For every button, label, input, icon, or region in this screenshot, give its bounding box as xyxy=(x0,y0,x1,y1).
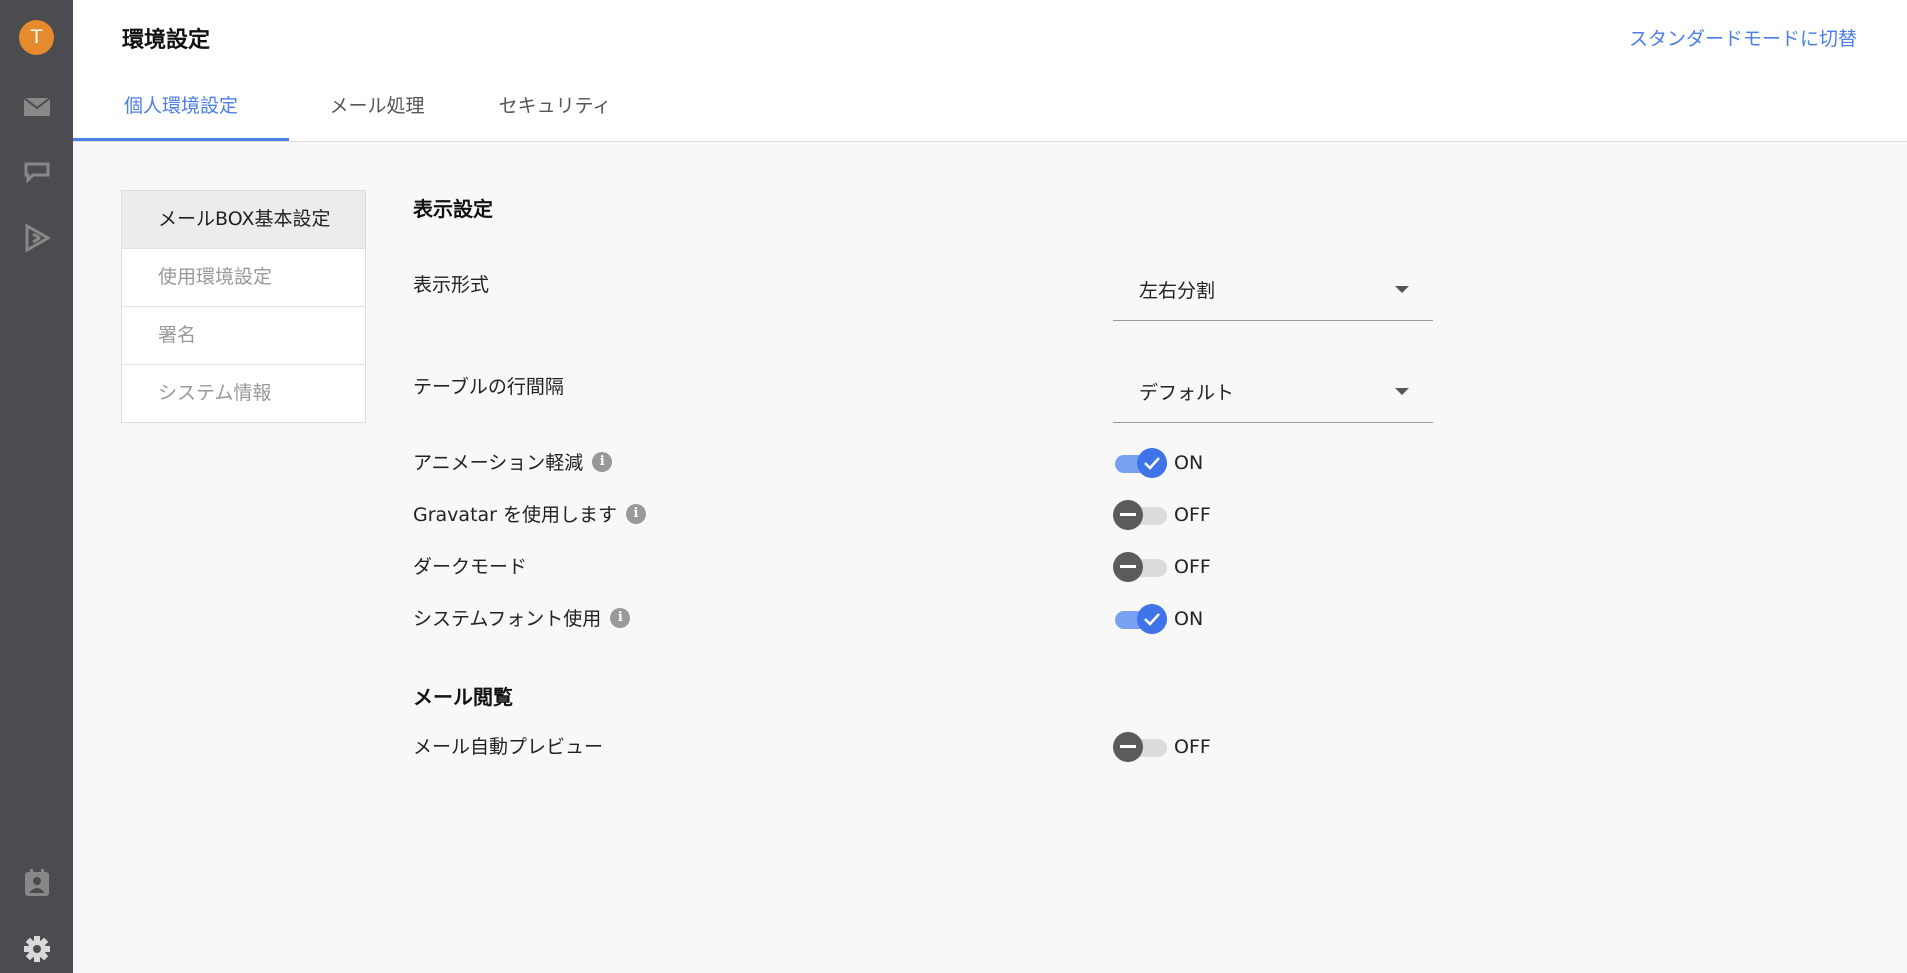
minus-icon xyxy=(1113,500,1143,530)
table-row-spacing-select[interactable]: デフォルト xyxy=(1113,364,1433,423)
page-title: 環境設定 xyxy=(122,28,211,53)
display-settings-title: 表示設定 xyxy=(413,197,493,221)
toggle-state-text: ON xyxy=(1174,608,1204,630)
subnav-item-signature[interactable]: 署名 xyxy=(122,306,365,364)
minus-icon xyxy=(1113,732,1143,762)
toggle-state-text: OFF xyxy=(1174,504,1211,526)
dark-mode-toggle[interactable]: OFF xyxy=(1113,552,1223,582)
check-icon xyxy=(1137,604,1167,634)
gear-icon[interactable] xyxy=(20,932,53,965)
tab-bar: 個人環境設定 メール処理 セキュリティ xyxy=(73,78,645,141)
toggle-state-text: OFF xyxy=(1174,556,1211,578)
subnav-item-mailbox-basic[interactable]: メールBOX基本設定 xyxy=(122,191,365,248)
info-icon[interactable]: i xyxy=(610,607,631,628)
reduce-animation-toggle[interactable]: ON xyxy=(1113,448,1223,478)
caret-down-icon xyxy=(1395,286,1409,293)
gravatar-row-label: Gravatar を使用します i xyxy=(413,500,647,527)
table-row-spacing-value: デフォルト xyxy=(1139,382,1235,404)
display-format-select[interactable]: 左右分割 xyxy=(1113,262,1433,321)
subnav-item-system-info[interactable]: システム情報 xyxy=(122,364,365,422)
contacts-icon[interactable] xyxy=(20,866,53,899)
settings-subnav: メールBOX基本設定 使用環境設定 署名 システム情報 xyxy=(121,190,366,423)
reduce-animation-row-label: アニメーション軽減 i xyxy=(413,448,613,475)
chat-icon[interactable] xyxy=(20,155,53,188)
tab-personal-settings[interactable]: 個人環境設定 xyxy=(73,78,289,141)
left-rail: T xyxy=(0,0,73,973)
header: 環境設定 スタンダードモードに切替 個人環境設定 メール処理 セキュリティ xyxy=(73,0,1907,142)
reduce-animation-label: アニメーション軽減 xyxy=(413,452,584,474)
info-icon[interactable]: i xyxy=(592,451,613,472)
dark-mode-row-label: ダークモード xyxy=(413,552,527,579)
table-row-spacing-label: テーブルの行間隔 xyxy=(413,376,564,398)
system-font-row-label: システムフォント使用 i xyxy=(413,604,631,631)
system-font-toggle[interactable]: ON xyxy=(1113,604,1223,634)
tab-security[interactable]: セキュリティ xyxy=(465,78,645,141)
toggle-state-text: OFF xyxy=(1174,736,1211,758)
minus-icon xyxy=(1113,552,1143,582)
gravatar-label: Gravatar を使用します xyxy=(413,504,618,526)
info-icon[interactable]: i xyxy=(626,503,647,524)
tab-mail-processing[interactable]: メール処理 xyxy=(289,78,465,141)
mail-view-title: メール閲覧 xyxy=(413,685,513,709)
gravatar-toggle[interactable]: OFF xyxy=(1113,500,1223,530)
send-icon[interactable] xyxy=(20,221,53,254)
dark-mode-label: ダークモード xyxy=(413,556,528,578)
toggle-state-text: ON xyxy=(1174,452,1204,474)
system-font-label: システムフォント使用 xyxy=(413,608,602,630)
auto-preview-row-label: メール自動プレビュー xyxy=(413,732,603,759)
caret-down-icon xyxy=(1395,388,1409,395)
mail-icon[interactable] xyxy=(20,90,53,123)
avatar[interactable]: T xyxy=(19,20,54,55)
subnav-item-environment[interactable]: 使用環境設定 xyxy=(122,248,365,306)
auto-preview-label: メール自動プレビュー xyxy=(413,736,604,758)
auto-preview-toggle[interactable]: OFF xyxy=(1113,732,1223,762)
switch-standard-mode-link[interactable]: スタンダードモードに切替 xyxy=(1629,24,1857,51)
check-icon xyxy=(1137,448,1167,478)
display-format-value: 左右分割 xyxy=(1139,280,1216,302)
display-format-label: 表示形式 xyxy=(413,274,490,296)
